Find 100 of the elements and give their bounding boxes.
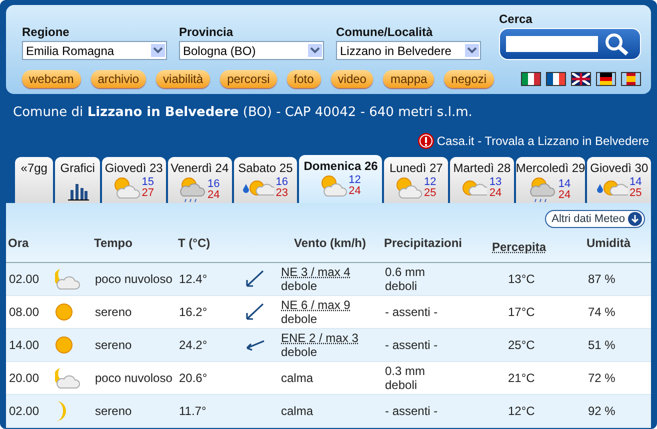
flag-icon[interactable]: [546, 72, 566, 86]
nav-link[interactable]: percorsi: [220, 70, 277, 88]
wind-reading: NE 6 / max 9: [281, 298, 352, 312]
select-field[interactable]: Emilia Romagna: [22, 41, 167, 60]
table-cell: sereno: [92, 395, 176, 428]
nav-link[interactable]: foto: [286, 70, 321, 88]
table-cell: 14.00: [6, 329, 52, 362]
max-temp: 23: [276, 188, 288, 199]
max-temp: 24: [489, 188, 502, 199]
day-tab[interactable]: Domenica 26 12 24: [299, 155, 382, 203]
promo-link[interactable]: Casa.it - Trovala a Lizzano in Belvedere: [436, 134, 649, 148]
wind-strength: debole: [281, 279, 318, 293]
flag-icon[interactable]: [521, 72, 541, 86]
min-temp: 12: [424, 177, 436, 188]
max-temp: 25: [630, 188, 642, 199]
table-cell: sereno: [92, 329, 176, 362]
table-cell: 12.4°: [176, 263, 242, 296]
weather-icon: [180, 177, 206, 203]
day-tab[interactable]: Mercoledì 29 14 24: [516, 157, 586, 203]
wind-arrow-icon: [245, 303, 265, 321]
weather-icon: [114, 177, 140, 199]
caret-icon: [308, 44, 322, 57]
table-cell: 16.2°: [176, 296, 242, 329]
table-cell: 51 %: [566, 329, 651, 362]
table-cell: 17°C: [490, 296, 566, 329]
day-tab[interactable]: Giovedì 30 14 25: [587, 157, 652, 203]
nav-link[interactable]: mappa: [383, 70, 434, 88]
table-cell: 72 %: [566, 362, 651, 395]
wind-reading: ENE 2 / max 3: [281, 331, 360, 345]
min-temp: 12: [348, 175, 361, 186]
wind-arrow-icon: [245, 339, 265, 351]
table-cell: 87 %: [566, 263, 651, 296]
page-title: Comune di Lizzano in Belvedere (BO) - CAP 40042 - 640 metri s.l.m.: [12, 104, 474, 120]
table-cell: poco nuvoloso: [92, 263, 176, 296]
table-cell: 20.00: [6, 362, 52, 395]
weather-icon: [320, 175, 347, 197]
wind-strength: debole: [281, 345, 318, 359]
nav-link[interactable]: negozi: [444, 70, 494, 88]
max-temp: 24: [348, 186, 361, 197]
table-cell: 08.00: [6, 296, 52, 329]
table-cell: - assenti -: [382, 395, 490, 428]
weather-icon: [55, 367, 81, 389]
down-arrow-icon: [628, 212, 642, 226]
field-label: Comune/Località: [336, 25, 434, 39]
day-tab[interactable]: «7gg: [15, 157, 54, 203]
more-data-button[interactable]: Altri dati Meteo: [544, 210, 645, 228]
table-cell: 11.7°: [176, 395, 242, 428]
search-field[interactable]: [506, 36, 598, 52]
table-cell: 74 %: [566, 296, 651, 329]
alert-icon: [418, 133, 434, 149]
weather-icon: [248, 180, 274, 196]
max-temp: 25: [424, 188, 436, 199]
max-temp: 24: [558, 190, 571, 201]
day-tab[interactable]: Giovedì 23 15 27: [102, 157, 166, 203]
day-tab[interactable]: Lunedì 27 12 25: [384, 157, 448, 203]
sun-icon: [55, 336, 73, 354]
wind-reading: NE 3 / max 4: [281, 265, 352, 279]
max-temp: 27: [142, 188, 154, 199]
select-field[interactable]: Lizzano in Belvedere: [336, 41, 481, 60]
wind-arrow-icon: [245, 270, 265, 288]
table-cell: 92 %: [566, 395, 651, 428]
weather-icon: [396, 177, 422, 199]
search-icon[interactable]: [604, 32, 630, 56]
day-tab[interactable]: Venerdì 24 16 24: [168, 157, 232, 203]
flag-icon[interactable]: [621, 72, 641, 86]
weather-icon: [55, 268, 81, 290]
min-temp: 15: [142, 177, 154, 188]
day-tab[interactable]: Sabato 25 16 23: [234, 157, 298, 203]
table-cell: 02.00: [6, 263, 52, 296]
table-cell: calma: [278, 395, 382, 428]
weather-icon: [602, 180, 628, 196]
column-header: Percepita: [492, 240, 546, 254]
table-cell: sereno: [92, 296, 176, 329]
min-temp: 13: [489, 177, 502, 188]
flag-icon[interactable]: [596, 72, 616, 86]
caret-icon: [465, 44, 479, 57]
nav-link[interactable]: viabilità: [156, 70, 210, 88]
moon-icon: [55, 400, 67, 422]
nav-link[interactable]: archivio: [90, 70, 146, 88]
field-label: Cerca: [499, 12, 534, 26]
table-cell: - assenti -: [382, 296, 490, 329]
table-cell: calma: [278, 362, 382, 395]
select-field[interactable]: Bologna (BO): [179, 41, 324, 60]
flag-icon[interactable]: [571, 72, 591, 86]
precipitation-note: deboli: [385, 279, 418, 293]
nav-link[interactable]: video: [330, 70, 374, 88]
field-label: Regione: [22, 25, 70, 39]
day-tab[interactable]: Martedì 28 13 24: [450, 157, 514, 203]
min-temp: 14: [630, 177, 642, 188]
bar-chart-icon: [66, 181, 89, 201]
table-cell: 20.6°: [176, 362, 242, 395]
sun-icon: [55, 303, 73, 321]
precipitation-amount: 0.6 mm: [385, 265, 426, 279]
table-cell: 13°C: [490, 263, 566, 296]
min-temp: 16: [208, 179, 220, 190]
min-temp: 14: [558, 179, 571, 190]
table-cell: 24.2°: [176, 329, 242, 362]
nav-link[interactable]: webcam: [22, 70, 81, 88]
day-tab[interactable]: Grafici: [55, 157, 100, 203]
weather-icon: [462, 180, 488, 196]
